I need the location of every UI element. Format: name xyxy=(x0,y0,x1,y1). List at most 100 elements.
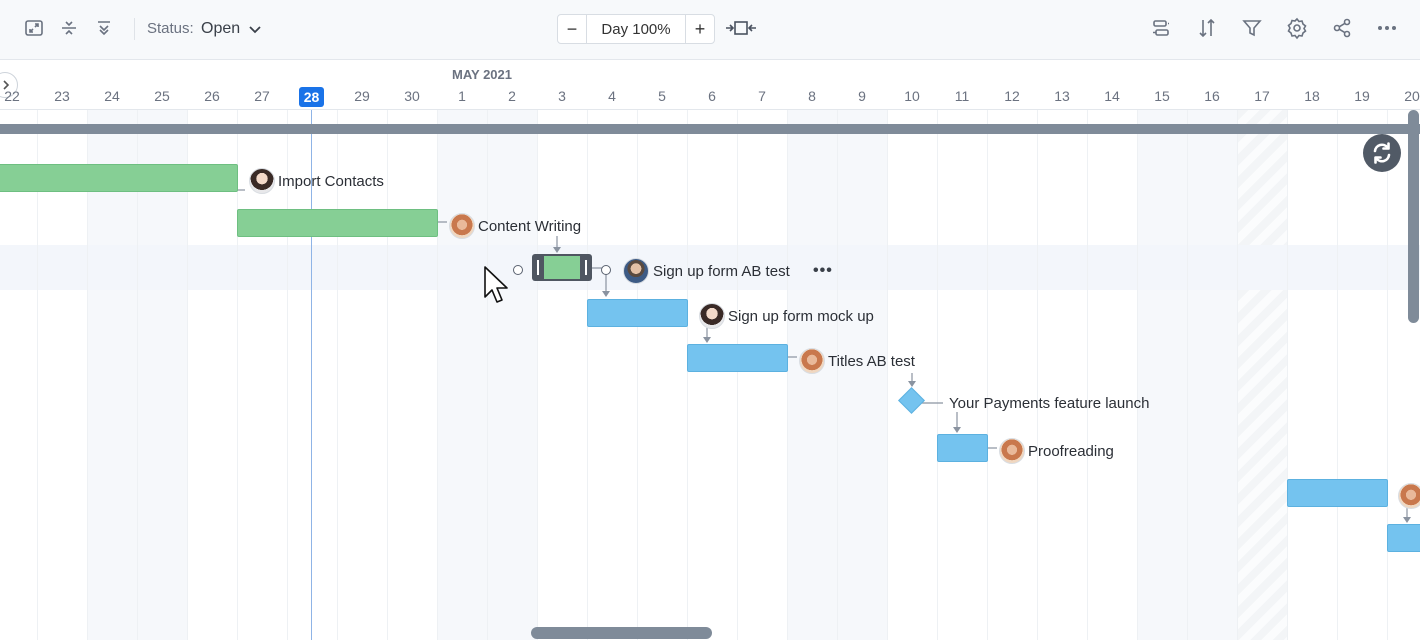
day-label: 8 xyxy=(808,88,816,104)
collapse-icon[interactable] xyxy=(57,16,81,40)
gear-icon[interactable] xyxy=(1285,16,1309,40)
avatar xyxy=(799,348,825,374)
holiday-shade xyxy=(1237,110,1287,640)
task-bar-content-writing[interactable] xyxy=(237,209,438,237)
toolbar-divider xyxy=(134,18,135,40)
mouse-cursor-icon xyxy=(484,266,508,303)
sort-icon[interactable] xyxy=(1195,16,1219,40)
day-label: 11 xyxy=(954,88,970,104)
horizontal-scrollbar[interactable] xyxy=(531,627,712,639)
expand-all-icon[interactable] xyxy=(92,16,116,40)
grid-column-line xyxy=(387,110,388,640)
task-label: Your Payments feature launch xyxy=(949,395,1150,412)
day-label: 29 xyxy=(354,88,370,104)
day-label: 14 xyxy=(1104,88,1120,104)
fit-to-screen-icon[interactable] xyxy=(724,18,758,38)
today-marker[interactable]: 28 xyxy=(299,87,324,107)
grid-column-line xyxy=(487,110,488,640)
day-label: 7 xyxy=(758,88,766,104)
grid-column-line xyxy=(987,110,988,640)
day-label: 26 xyxy=(204,88,220,104)
grid-column-line xyxy=(737,110,738,640)
day-label: 16 xyxy=(1204,88,1220,104)
grid-column-line xyxy=(1387,110,1388,640)
zoom-in-button[interactable]: + xyxy=(685,15,714,43)
toolbar: Status: Open − Day 100% + xyxy=(0,0,1420,60)
day-label: 2 xyxy=(508,88,516,104)
task-bar-proofreading[interactable] xyxy=(937,434,988,462)
task-label: Import Contacts xyxy=(278,173,384,190)
grid-column-line xyxy=(1237,110,1238,640)
refresh-button[interactable] xyxy=(1363,134,1401,172)
grid-column-line xyxy=(1037,110,1038,640)
zoom-level[interactable]: Day 100% xyxy=(587,21,685,38)
task-bar[interactable] xyxy=(1287,479,1388,507)
task-progress-fill xyxy=(544,256,580,279)
day-label: 9 xyxy=(858,88,866,104)
resize-left-handle[interactable] xyxy=(537,260,539,275)
day-label: 22 xyxy=(4,88,20,104)
swap-icon[interactable] xyxy=(1149,16,1173,40)
day-label: 30 xyxy=(404,88,420,104)
avatar xyxy=(623,258,649,284)
task-more-button[interactable]: ••• xyxy=(813,262,833,280)
grid-column-line xyxy=(437,110,438,640)
day-label: 3 xyxy=(558,88,566,104)
grid-column-line xyxy=(1187,110,1188,640)
day-label: 15 xyxy=(1154,88,1170,104)
vertical-scrollbar[interactable] xyxy=(1408,110,1419,323)
link-start-handle[interactable] xyxy=(513,265,523,275)
day-label: 13 xyxy=(1054,88,1070,104)
grid-column-line xyxy=(1137,110,1138,640)
zoom-control: − Day 100% + xyxy=(557,14,715,44)
task-label: Sign up form AB test xyxy=(653,263,790,280)
day-label: 5 xyxy=(658,88,666,104)
status-dropdown[interactable]: Open xyxy=(201,20,240,38)
grid-column-line xyxy=(787,110,788,640)
day-label: 17 xyxy=(1254,88,1270,104)
month-label: MAY 2021 xyxy=(452,67,512,82)
status-label: Status: xyxy=(147,20,194,37)
link-end-handle[interactable] xyxy=(601,265,611,275)
zoom-out-button[interactable]: − xyxy=(558,15,587,43)
project-summary-bar[interactable] xyxy=(0,124,1420,134)
task-label: Titles AB test xyxy=(828,353,915,370)
day-label: 10 xyxy=(904,88,920,104)
grid-column-line xyxy=(1337,110,1338,640)
task-bar[interactable] xyxy=(1387,524,1420,552)
avatar xyxy=(449,213,475,239)
day-label: 1 xyxy=(458,88,466,104)
more-icon[interactable] xyxy=(1375,16,1399,40)
day-label: 6 xyxy=(708,88,716,104)
day-label: 18 xyxy=(1304,88,1320,104)
refresh-icon xyxy=(1373,142,1391,164)
task-label: Proofreading xyxy=(1028,443,1114,460)
task-bar-import-contacts[interactable] xyxy=(0,164,238,192)
day-label: 12 xyxy=(1004,88,1020,104)
timescale-header: MAY 2021 22 23 24 25 26 27 29 30 1 2 3 4 5 6 7 8 9 10 11 12… xyxy=(0,60,1420,110)
grid-column-line xyxy=(687,110,688,640)
share-icon[interactable] xyxy=(1330,16,1354,40)
grid-column-line xyxy=(837,110,838,640)
grid-column-line xyxy=(587,110,588,640)
task-label: Content Writing xyxy=(478,218,582,235)
day-label: 23 xyxy=(54,88,70,104)
day-label: 25 xyxy=(154,88,170,104)
grid-column-line xyxy=(637,110,638,640)
task-bar-titles-ab-test[interactable] xyxy=(687,344,788,372)
chevron-down-icon[interactable] xyxy=(247,21,263,37)
grid-column-line xyxy=(1087,110,1088,640)
task-bar-sign-up-form-mock-up[interactable] xyxy=(587,299,688,327)
grid-column-line xyxy=(537,110,538,640)
avatar xyxy=(699,303,725,329)
fullscreen-icon[interactable] xyxy=(22,16,46,40)
avatar xyxy=(249,168,275,194)
resize-right-handle[interactable] xyxy=(585,260,587,275)
day-label: 20 xyxy=(1404,88,1420,104)
day-label: 19 xyxy=(1354,88,1370,104)
grid-column-line xyxy=(887,110,888,640)
task-bar-sign-up-form-ab-test[interactable] xyxy=(532,254,592,281)
filter-icon[interactable] xyxy=(1240,16,1264,40)
day-label: 27 xyxy=(254,88,270,104)
grid-column-line xyxy=(1287,110,1288,640)
